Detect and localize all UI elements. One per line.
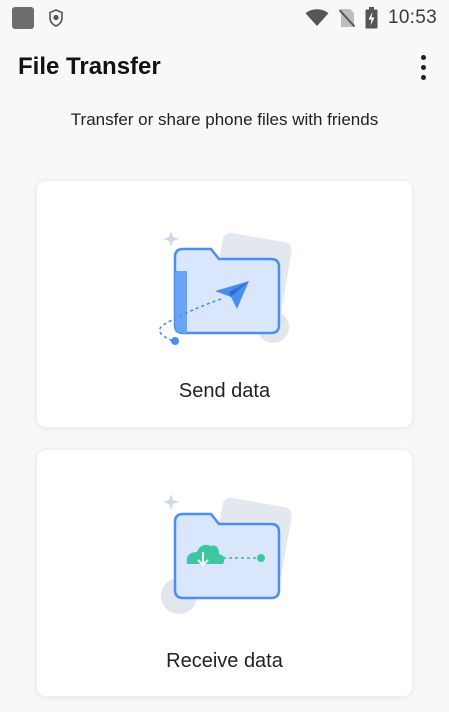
- page-title: File Transfer: [18, 53, 161, 80]
- more-vertical-icon[interactable]: [411, 49, 435, 85]
- app-header: File Transfer: [0, 44, 449, 90]
- send-data-card[interactable]: Send data: [36, 180, 413, 428]
- receive-data-card[interactable]: Receive data: [36, 449, 413, 697]
- send-folder-icon: [158, 231, 292, 345]
- receive-data-label: Receive data: [166, 650, 283, 672]
- battery-charging-icon: [365, 7, 378, 29]
- shield-icon: [49, 9, 63, 27]
- status-bar: 10:53: [0, 0, 449, 36]
- app-square-icon: [12, 7, 34, 29]
- clock: 10:53: [387, 7, 437, 28]
- receive-folder-icon: [161, 494, 292, 614]
- page-subtitle: Transfer or share phone files with frien…: [70, 110, 379, 129]
- no-sim-icon: [338, 9, 355, 28]
- send-data-label: Send data: [178, 380, 271, 402]
- wifi-icon: [305, 9, 329, 26]
